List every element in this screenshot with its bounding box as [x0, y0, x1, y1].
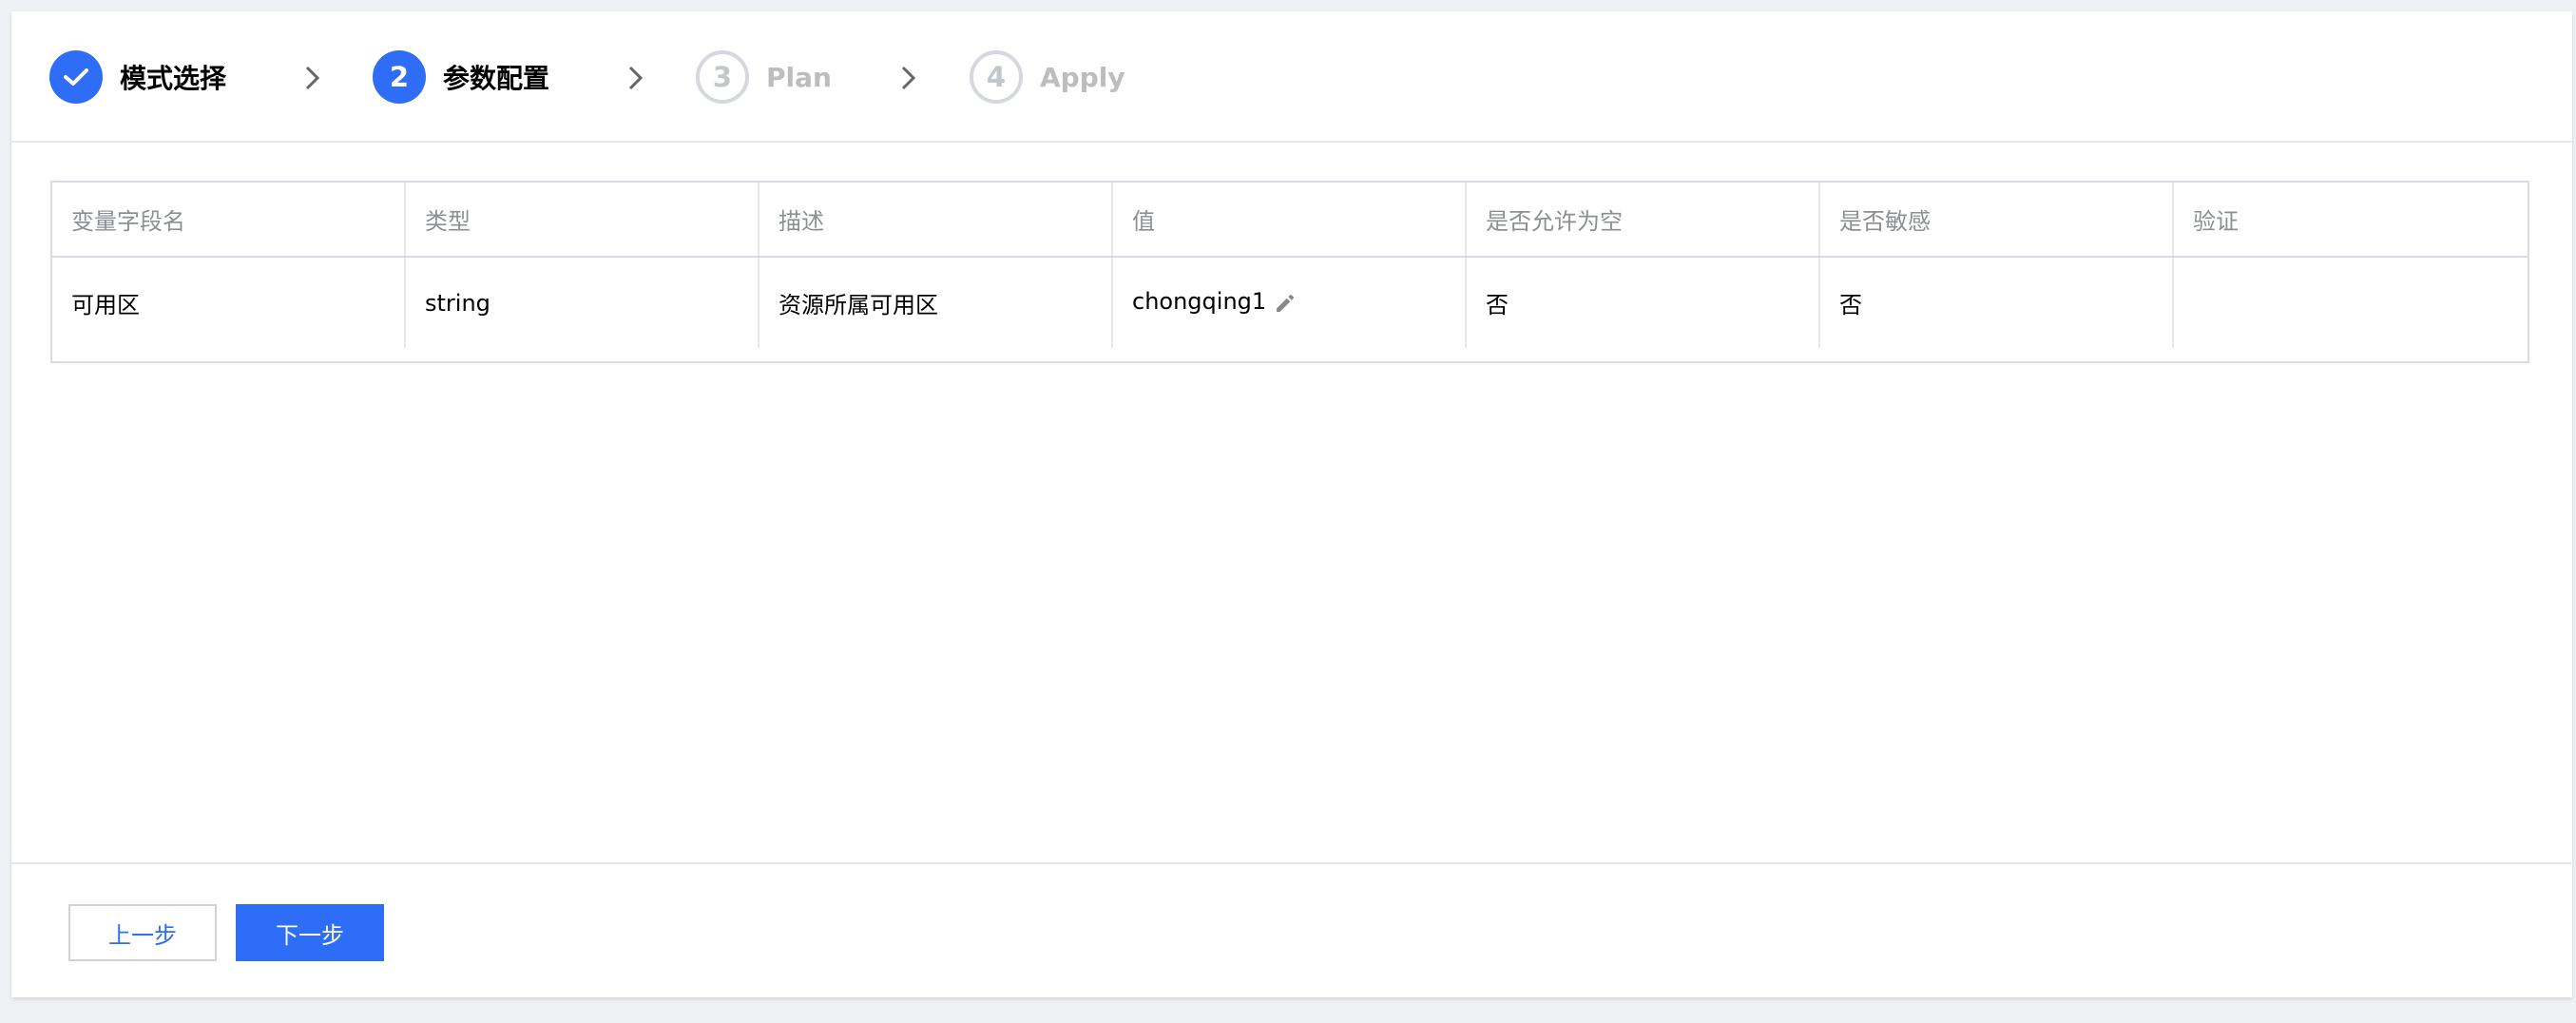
- chevron-right-icon: [305, 66, 320, 90]
- chevron-right-icon: [901, 66, 916, 90]
- step-apply[interactable]: 4 Apply: [970, 50, 1125, 104]
- variables-table: 变量字段名 类型 描述 值 是否允许为空 是否敏感 验证 可用区 string …: [50, 181, 2529, 363]
- column-header: 是否敏感: [1820, 183, 2174, 256]
- step-plan[interactable]: 3 Plan: [696, 50, 832, 104]
- wizard-panel: 模式选择 2 参数配置 3 Plan 4 Apply 变量字段名 类型 描述 值…: [11, 11, 2572, 997]
- check-icon: [49, 50, 103, 104]
- column-header: 描述: [759, 183, 1113, 256]
- table-cell: 可用区: [52, 258, 406, 348]
- step-label: Plan: [766, 61, 832, 93]
- table-cell: [2174, 258, 2528, 348]
- prev-step-button[interactable]: 上一步: [68, 904, 217, 961]
- value-text: chongqing1: [1132, 288, 1267, 315]
- table-cell: 否: [1467, 258, 1820, 348]
- column-header: 值: [1113, 183, 1467, 256]
- column-header: 验证: [2193, 208, 2239, 235]
- table-row: 可用区 string 资源所属可用区 chongqing1 否 否: [52, 258, 2528, 348]
- step-param-config[interactable]: 2 参数配置: [373, 50, 549, 104]
- chevron-right-icon: [628, 66, 644, 90]
- table-header-row: 变量字段名 类型 描述 值 是否允许为空 是否敏感 验证: [52, 183, 2528, 258]
- step-label: 模式选择: [120, 63, 227, 94]
- step-mode-select[interactable]: 模式选择: [49, 50, 226, 104]
- next-step-button[interactable]: 下一步: [236, 904, 384, 961]
- column-header: 变量字段名: [52, 183, 406, 256]
- step-number: 4: [970, 50, 1023, 104]
- pencil-icon[interactable]: [1274, 292, 1297, 315]
- column-header: 类型: [406, 183, 759, 256]
- column-header: 是否允许为空: [1467, 183, 1820, 256]
- table-cell: 否: [1820, 258, 2174, 348]
- step-label: 参数配置: [443, 63, 550, 94]
- value-cell: chongqing1: [1113, 258, 1467, 348]
- table-cell: 资源所属可用区: [759, 258, 1113, 348]
- table-cell: string: [406, 258, 759, 348]
- step-number: 3: [696, 50, 749, 104]
- step-label: Apply: [1040, 61, 1125, 93]
- stepper: 模式选择 2 参数配置 3 Plan 4 Apply: [11, 11, 2572, 143]
- footer-bar: 上一步 下一步: [11, 862, 2572, 997]
- step-number: 2: [373, 50, 426, 104]
